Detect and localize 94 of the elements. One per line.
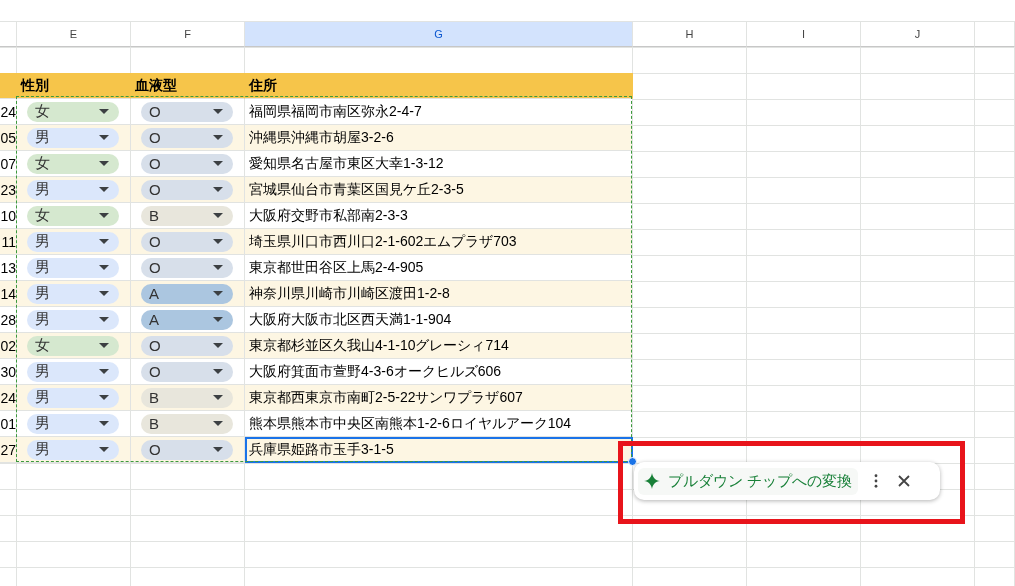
dropdown-chip[interactable]: O bbox=[141, 127, 233, 148]
dropdown-chip[interactable]: O bbox=[141, 231, 233, 252]
table-cell: 05 bbox=[0, 125, 17, 151]
table-cell: 熊本県熊本市中央区南熊本1-2-6ロイヤルアーク104 bbox=[245, 411, 633, 437]
caret-icon bbox=[213, 187, 223, 192]
caret-icon bbox=[99, 213, 109, 218]
caret-icon bbox=[99, 369, 109, 374]
dropdown-chip[interactable]: 男 bbox=[27, 257, 119, 278]
table-cell: 11 bbox=[0, 229, 17, 255]
caret-icon bbox=[213, 291, 223, 296]
caret-icon bbox=[213, 109, 223, 114]
caret-icon bbox=[99, 395, 109, 400]
table-cell: 24 bbox=[0, 99, 17, 125]
table-cell: 兵庫県姫路市玉手3-1-5 bbox=[245, 437, 633, 463]
caret-icon bbox=[213, 421, 223, 426]
dropdown-chip[interactable]: O bbox=[141, 257, 233, 278]
caret-icon bbox=[99, 343, 109, 348]
close-icon[interactable] bbox=[898, 475, 911, 487]
table-cell: 埼玉県川口市西川口2-1-602エムプラザ703 bbox=[245, 229, 633, 255]
sparkle-icon bbox=[644, 473, 660, 489]
table-cell: 宮城県仙台市青葉区国見ケ丘2-3-5 bbox=[245, 177, 633, 203]
dropdown-chip[interactable]: A bbox=[141, 283, 233, 304]
caret-icon bbox=[99, 317, 109, 322]
dropdown-chip[interactable]: O bbox=[141, 101, 233, 122]
table-cell: 28 bbox=[0, 307, 17, 333]
table-cell: 01 bbox=[0, 411, 17, 437]
dropdown-chip[interactable]: B bbox=[141, 205, 233, 226]
caret-icon bbox=[213, 369, 223, 374]
dropdown-chip[interactable]: 男 bbox=[27, 309, 119, 330]
dropdown-chip[interactable]: 男 bbox=[27, 413, 119, 434]
table-header-cell bbox=[0, 73, 17, 99]
caret-icon bbox=[99, 161, 109, 166]
dropdown-chip[interactable]: O bbox=[141, 335, 233, 356]
table-cell: 東京都杉並区久我山4-1-10グレーシィ714 bbox=[245, 333, 633, 359]
table-cell: 30 bbox=[0, 359, 17, 385]
dropdown-chip[interactable]: 男 bbox=[27, 387, 119, 408]
dropdown-chip[interactable]: 男 bbox=[27, 283, 119, 304]
table-cell: 大阪府大阪市北区西天満1-1-904 bbox=[245, 307, 633, 333]
dropdown-chip[interactable]: O bbox=[141, 361, 233, 382]
table-cell: 27 bbox=[0, 437, 17, 463]
dropdown-chip[interactable]: 女 bbox=[27, 205, 119, 226]
dropdown-chip[interactable]: 男 bbox=[27, 179, 119, 200]
column-header[interactable]: G bbox=[245, 21, 633, 47]
table-cell: 24 bbox=[0, 385, 17, 411]
table-cell: 福岡県福岡市南区弥永2-4-7 bbox=[245, 99, 633, 125]
caret-icon bbox=[99, 447, 109, 452]
caret-icon bbox=[213, 161, 223, 166]
dropdown-chip[interactable]: 女 bbox=[27, 101, 119, 122]
dropdown-chip[interactable]: B bbox=[141, 413, 233, 434]
selection-handle[interactable] bbox=[628, 457, 637, 466]
dropdown-chip[interactable]: 男 bbox=[27, 231, 119, 252]
dropdown-chip[interactable]: 男 bbox=[27, 361, 119, 382]
caret-icon bbox=[213, 343, 223, 348]
caret-icon bbox=[99, 291, 109, 296]
dropdown-chip[interactable]: 女 bbox=[27, 153, 119, 174]
caret-icon bbox=[99, 421, 109, 426]
table-cell: 10 bbox=[0, 203, 17, 229]
dropdown-chip[interactable]: B bbox=[141, 387, 233, 408]
dropdown-chip[interactable]: 女 bbox=[27, 335, 119, 356]
dropdown-chip[interactable]: 男 bbox=[27, 127, 119, 148]
caret-icon bbox=[99, 265, 109, 270]
caret-icon bbox=[213, 265, 223, 270]
table-cell: 愛知県名古屋市東区大幸1-3-12 bbox=[245, 151, 633, 177]
table-header-cell: 血液型 bbox=[131, 73, 245, 99]
table-cell: 07 bbox=[0, 151, 17, 177]
dropdown-chip[interactable]: A bbox=[141, 309, 233, 330]
table-cell: 大阪府箕面市萱野4-3-6オークヒルズ606 bbox=[245, 359, 633, 385]
table-header-cell: 住所 bbox=[245, 73, 633, 99]
caret-icon bbox=[213, 317, 223, 322]
suggestion-button[interactable]: プルダウン チップへの変換 bbox=[638, 467, 859, 495]
caret-icon bbox=[213, 395, 223, 400]
more-icon[interactable] bbox=[874, 474, 879, 488]
caret-icon bbox=[213, 447, 223, 452]
caret-icon bbox=[99, 109, 109, 114]
table-cell: 13 bbox=[0, 255, 17, 281]
dropdown-chip[interactable]: O bbox=[141, 179, 233, 200]
table-cell: 02 bbox=[0, 333, 17, 359]
dropdown-chip[interactable]: 男 bbox=[27, 439, 119, 460]
dropdown-chip[interactable]: O bbox=[141, 439, 233, 460]
caret-icon bbox=[213, 213, 223, 218]
caret-icon bbox=[99, 135, 109, 140]
table-cell: 沖縄県沖縄市胡屋3-2-6 bbox=[245, 125, 633, 151]
table-cell: 大阪府交野市私部南2-3-3 bbox=[245, 203, 633, 229]
table-cell: 神奈川県川崎市川崎区渡田1-2-8 bbox=[245, 281, 633, 307]
table-cell: 14 bbox=[0, 281, 17, 307]
table-cell: 東京都西東京市南町2-5-22サンワプラザ607 bbox=[245, 385, 633, 411]
table-header-cell: 性別 bbox=[17, 73, 131, 99]
caret-icon bbox=[213, 135, 223, 140]
dropdown-chip[interactable]: O bbox=[141, 153, 233, 174]
caret-icon bbox=[99, 187, 109, 192]
table-cell: 東京都世田谷区上馬2-4-905 bbox=[245, 255, 633, 281]
caret-icon bbox=[99, 239, 109, 244]
table-cell: 23 bbox=[0, 177, 17, 203]
caret-icon bbox=[213, 239, 223, 244]
